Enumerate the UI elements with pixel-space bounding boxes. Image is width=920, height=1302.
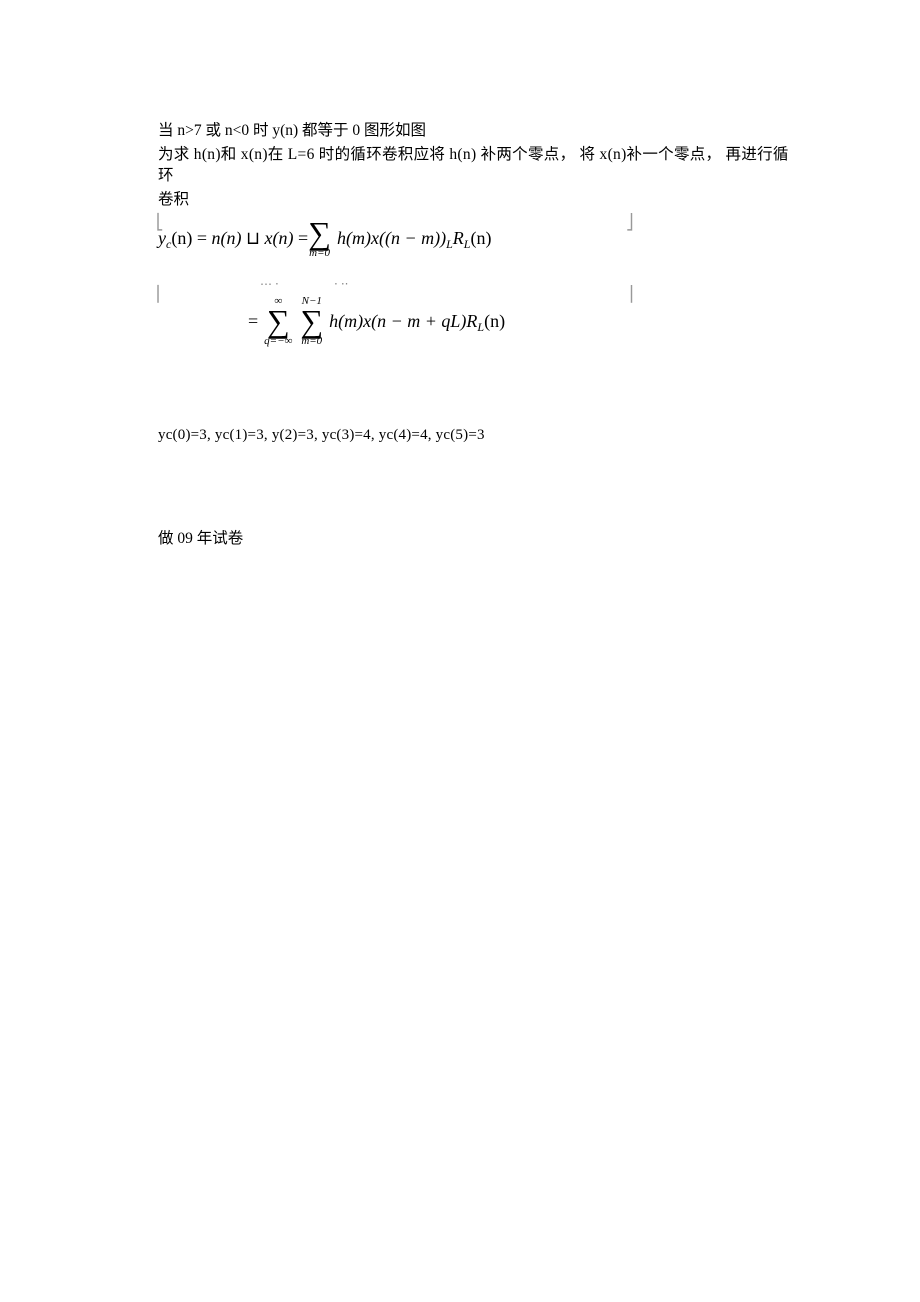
formula-1-tail: (n) bbox=[470, 228, 491, 248]
dots-1-icon: ⋯ ⋅ bbox=[260, 277, 279, 292]
formula-1-y-sub: c bbox=[166, 237, 171, 251]
sigma-symbol-2b-icon: ∑ bbox=[300, 307, 323, 336]
formula-2-bodytext: h(m)x(n − m + qL)R bbox=[329, 311, 477, 331]
dots-2-icon: ⋅ ⋅⋅ bbox=[334, 277, 348, 292]
sigma-2b-bot: m=0 bbox=[301, 336, 322, 347]
formula-2-eq: = bbox=[248, 311, 258, 332]
bracket-left-2-icon: ⎢ bbox=[156, 285, 164, 303]
formula-1-eq2: = bbox=[298, 228, 308, 248]
formula-1-body: h(m)x((n − m))LRL(n) bbox=[337, 228, 491, 249]
formula-1-R: R bbox=[453, 228, 464, 248]
sigma-2b: N−1 ∑ m=0 bbox=[300, 296, 323, 347]
formula-1-lhs: yc(n) = n(n) ⊔ x(n) = bbox=[158, 228, 308, 249]
bracket-right-2-icon: ⎥ bbox=[626, 285, 634, 303]
sigma-2a-bot: q=−∞ bbox=[264, 336, 292, 347]
sigma-1: ∑ m=0 bbox=[308, 219, 331, 259]
sigma-symbol-2a-icon: ∑ bbox=[267, 307, 290, 336]
formula-2-subL: L bbox=[477, 320, 484, 334]
formula-1-xn: x(n) bbox=[265, 228, 294, 248]
paragraph-line-2: 为求 h(n)和 x(n)在 L=6 时的循环卷积应将 h(n) 补两个零点， … bbox=[158, 144, 790, 187]
formula-2-tail: (n) bbox=[484, 311, 505, 331]
formula-1-subL: L bbox=[446, 237, 453, 251]
sigma-1-bot: m=0 bbox=[309, 248, 330, 259]
paragraph-line-1: 当 n>7 或 n<0 时 y(n) 都等于 0 图形如图 bbox=[158, 120, 790, 142]
formula-1-Rsub: L bbox=[464, 237, 471, 251]
document-content: 当 n>7 或 n<0 时 y(n) 都等于 0 图形如图 为求 h(n)和 x… bbox=[0, 0, 920, 548]
formula-1-y: y bbox=[158, 228, 166, 248]
formula-2-body: h(m)x(n − m + qL)RL(n) bbox=[329, 311, 505, 332]
paragraph-line-3: 卷积 bbox=[158, 189, 790, 211]
results-line: yc(0)=3, yc(1)=3, y(2)=3, yc(3)=4, yc(4)… bbox=[158, 427, 790, 444]
note-line: 做 09 年试卷 bbox=[158, 526, 790, 548]
sigma-symbol-icon: ∑ bbox=[308, 219, 331, 248]
sigma-2a: ∞ ∑ q=−∞ bbox=[264, 296, 292, 347]
formula-1-nn: n(n) bbox=[211, 228, 241, 248]
formula-1-op: ⊔ bbox=[241, 228, 264, 248]
bracket-right-icon: ⎦ bbox=[626, 213, 634, 231]
formula-1: ⎣ yc(n) = n(n) ⊔ x(n) = ∑ m=0 h(m)x((n −… bbox=[158, 211, 790, 267]
formula-1-hm: h(m)x((n − m)) bbox=[337, 228, 446, 248]
formula-1-n: (n) bbox=[171, 228, 192, 248]
formula-2: ⎢ ⋯ ⋅ ⋅ ⋅⋅ = ∞ ∑ q=−∞ N−1 ∑ m=0 h(m)x(n … bbox=[158, 287, 790, 357]
formula-1-eq1: = bbox=[197, 228, 212, 248]
